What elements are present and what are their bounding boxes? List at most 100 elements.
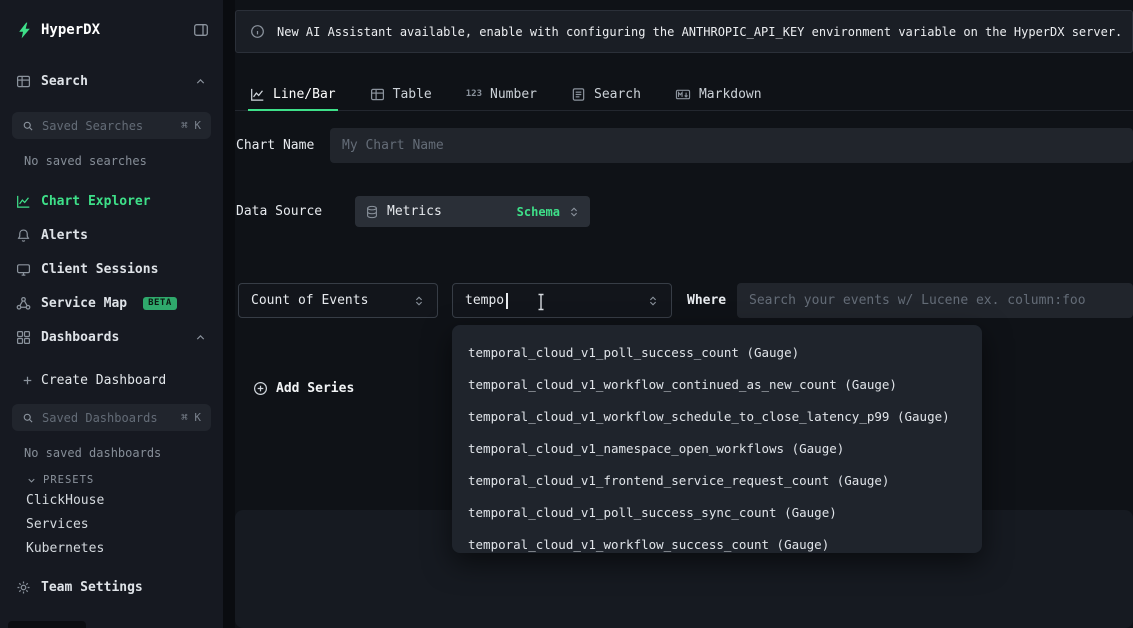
sidebar-item-alerts[interactable]: Alerts: [0, 218, 223, 252]
sidebar-item-dashboards[interactable]: Dashboards: [0, 320, 223, 354]
monitor-icon: [16, 262, 31, 277]
text-caret: [506, 293, 508, 309]
tab-markdown[interactable]: Markdown: [673, 78, 764, 110]
where-input[interactable]: [737, 283, 1133, 318]
tab-label: Table: [393, 87, 432, 102]
sidebar-search-label: Search: [41, 74, 88, 89]
data-source-label: Data Source: [236, 204, 322, 219]
service-map-icon: [16, 296, 31, 311]
where-label: Where: [687, 283, 726, 318]
saved-searches-input[interactable]: Saved Searches ⌘ K: [12, 112, 211, 139]
dashboards-grid-icon: [16, 330, 31, 345]
saved-searches-placeholder: Saved Searches: [42, 119, 143, 133]
preset-item-kubernetes[interactable]: Kubernetes: [0, 537, 223, 561]
sidebar: HyperDX Search Saved Searches ⌘ K No sav…: [0, 0, 223, 628]
beta-badge: BETA: [143, 297, 177, 310]
tab-label: Markdown: [699, 87, 762, 102]
saved-searches-shortcut: ⌘ K: [181, 119, 201, 132]
hyperdx-app: HyperDX Search Saved Searches ⌘ K No sav…: [0, 0, 1133, 628]
no-saved-dashboards-text: No saved dashboards: [0, 445, 223, 461]
app-logo[interactable]: HyperDX: [16, 22, 100, 39]
sidebar-item-label: Service Map: [41, 296, 127, 311]
presets-toggle[interactable]: PRESETS: [0, 471, 223, 489]
metric-select[interactable]: tempo: [452, 283, 672, 318]
database-icon: [365, 205, 379, 219]
no-saved-searches-text: No saved searches: [0, 153, 223, 169]
metric-option[interactable]: temporal_cloud_v1_namespace_open_workflo…: [452, 433, 982, 465]
presets-label: PRESETS: [43, 474, 94, 486]
tab-table[interactable]: Table: [368, 78, 434, 110]
schema-link[interactable]: Schema: [517, 205, 560, 219]
sidebar-item-label: Dashboards: [41, 330, 119, 345]
sidebar-gutter: [223, 0, 235, 628]
plus-circle-icon: [253, 381, 268, 396]
add-series-label: Add Series: [276, 381, 354, 396]
chevron-down-icon: [26, 475, 37, 486]
gear-icon: [16, 580, 31, 595]
metric-option[interactable]: temporal_cloud_v1_workflow_continued_as_…: [452, 369, 982, 401]
info-icon: [250, 24, 265, 39]
tab-number[interactable]: 123 Number: [464, 78, 539, 110]
sidebar-item-client-sessions[interactable]: Client Sessions: [0, 252, 223, 286]
app-title: HyperDX: [41, 22, 100, 38]
table-icon: [370, 87, 385, 102]
metric-option[interactable]: temporal_cloud_v1_poll_success_sync_coun…: [452, 497, 982, 529]
create-dashboard-label: Create Dashboard: [41, 373, 166, 388]
metric-option[interactable]: temporal_cloud_v1_workflow_schedule_to_c…: [452, 401, 982, 433]
sidebar-item-search[interactable]: Search: [0, 66, 223, 96]
metric-option[interactable]: temporal_cloud_v1_workflow_success_count…: [452, 529, 982, 553]
line-chart-icon: [250, 87, 265, 102]
add-series-button[interactable]: Add Series: [253, 381, 354, 396]
search-doc-icon: [571, 87, 586, 102]
search-icon: [22, 412, 34, 424]
tab-label: Number: [490, 87, 537, 102]
aggregation-value: Count of Events: [251, 293, 368, 308]
saved-dashboards-placeholder: Saved Dashboards: [42, 411, 158, 425]
sidebar-header: HyperDX: [0, 0, 223, 60]
chevron-up-icon: [194, 75, 207, 88]
search-icon: [22, 120, 34, 132]
search-section-icon: [16, 74, 31, 89]
aggregation-select[interactable]: Count of Events: [238, 283, 438, 318]
sidebar-item-service-map[interactable]: Service Map BETA: [0, 286, 223, 320]
sidebar-item-chart-explorer[interactable]: Chart Explorer: [0, 184, 223, 218]
select-chevrons-icon: [568, 206, 580, 218]
metric-option[interactable]: temporal_cloud_v1_frontend_service_reque…: [452, 465, 982, 497]
chart-name-label: Chart Name: [236, 138, 314, 153]
preset-item-services[interactable]: Services: [0, 513, 223, 537]
hyperdx-logo-icon: [16, 22, 33, 39]
metric-option[interactable]: temporal_cloud_v1_poll_success_count (Ga…: [452, 337, 982, 369]
sidebar-item-team-settings[interactable]: Team Settings: [0, 570, 223, 604]
sidebar-nav: Chart Explorer Alerts Client Sessions Se…: [0, 184, 223, 354]
sidebar-item-label: Alerts: [41, 228, 88, 243]
data-source-value: Metrics: [387, 204, 442, 219]
tab-label: Search: [594, 87, 641, 102]
saved-dashboards-shortcut: ⌘ K: [181, 411, 201, 424]
banner-text: New AI Assistant available, enable with …: [277, 25, 1122, 39]
sidebar-item-label: Team Settings: [41, 580, 143, 595]
ai-assistant-banner: New AI Assistant available, enable with …: [235, 10, 1133, 53]
markdown-icon: [675, 87, 691, 102]
metric-query-text: tempo: [465, 293, 504, 308]
mouse-cursor-ibeam: [535, 292, 547, 316]
preset-item-clickhouse[interactable]: ClickHouse: [0, 489, 223, 513]
sidebar-collapse-icon[interactable]: [193, 22, 209, 38]
chart-name-input[interactable]: [330, 128, 1133, 163]
select-chevrons-icon: [647, 295, 659, 307]
main-content: New AI Assistant available, enable with …: [235, 0, 1133, 628]
create-dashboard-button[interactable]: Create Dashboard: [0, 368, 223, 392]
data-source-select[interactable]: Metrics Schema: [355, 196, 590, 227]
tab-label: Line/Bar: [273, 87, 336, 102]
tab-line-bar[interactable]: Line/Bar: [248, 78, 338, 110]
chart-type-tabs: Line/Bar Table 123 Number Search Markdow…: [235, 78, 1133, 111]
tab-search[interactable]: Search: [569, 78, 643, 110]
sidebar-item-label: Chart Explorer: [41, 194, 151, 209]
bell-icon: [16, 228, 31, 243]
chevron-up-icon: [194, 331, 207, 344]
saved-dashboards-input[interactable]: Saved Dashboards ⌘ K: [12, 404, 211, 431]
metric-dropdown: temporal_cloud_v1_poll_success_count (Ga…: [452, 325, 982, 553]
chart-icon: [16, 194, 31, 209]
sidebar-item-label: Client Sessions: [41, 262, 158, 277]
number-123-icon: 123: [466, 89, 482, 99]
plus-icon: [22, 375, 33, 386]
